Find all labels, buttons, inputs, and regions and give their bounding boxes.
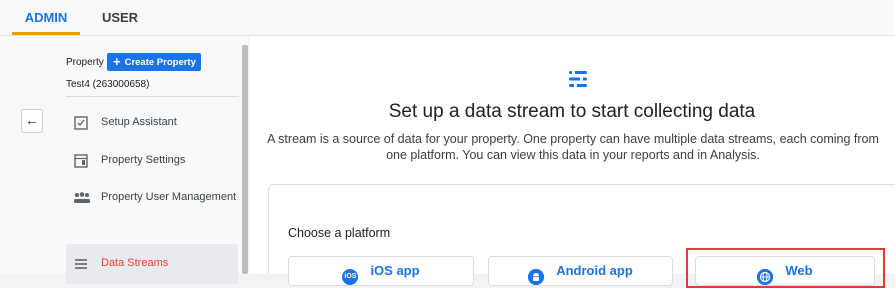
sidebar-item-label: Data Streams	[101, 257, 169, 269]
sidebar-item-label: Setup Assistant	[101, 116, 177, 128]
data-streams-icon	[73, 256, 89, 272]
sidebar-item-property-settings[interactable]: Property Settings	[66, 141, 238, 181]
tab-user[interactable]: USER	[94, 0, 146, 35]
create-property-button[interactable]: + Create Property	[107, 53, 201, 71]
sidebar-item-label: Property User Management	[101, 191, 237, 203]
arrow-left-icon: ←	[25, 112, 39, 128]
android-icon	[528, 269, 545, 285]
ios-app-button[interactable]: iOS iOS app	[288, 256, 474, 286]
platform-label: iOS app	[370, 263, 420, 278]
choose-platform-label: Choose a platform	[288, 226, 391, 240]
android-app-button[interactable]: Android app	[488, 256, 673, 286]
platform-label: Android app	[556, 263, 633, 278]
property-settings-icon	[73, 153, 89, 169]
page-description: A stream is a source of data for your pr…	[267, 132, 879, 162]
checkbox-icon	[73, 115, 89, 131]
users-icon	[73, 190, 90, 206]
plus-icon: +	[113, 54, 121, 69]
back-arrow-button[interactable]: ←	[21, 109, 43, 133]
property-label: Property	[66, 57, 104, 68]
ios-icon: iOS	[342, 269, 359, 285]
divider	[66, 96, 239, 97]
web-highlight-box	[686, 248, 885, 288]
sidebar-item-property-user-management[interactable]: Property User Management	[66, 178, 238, 218]
sidebar-scrollbar[interactable]	[242, 45, 248, 274]
page-title: Set up a data stream to start collecting…	[388, 101, 756, 122]
sidebar-item-setup-assistant[interactable]: Setup Assistant	[66, 103, 238, 143]
data-stream-icon	[567, 68, 589, 90]
tab-admin[interactable]: ADMIN	[12, 0, 80, 35]
top-tab-bar: ADMIN USER	[0, 0, 895, 36]
property-selector[interactable]: Test4 (263000658)	[66, 79, 149, 90]
sidebar-item-data-streams[interactable]: Data Streams	[66, 244, 238, 284]
sidebar-item-label: Property Settings	[101, 154, 186, 166]
create-property-label: Create Property	[124, 57, 196, 68]
